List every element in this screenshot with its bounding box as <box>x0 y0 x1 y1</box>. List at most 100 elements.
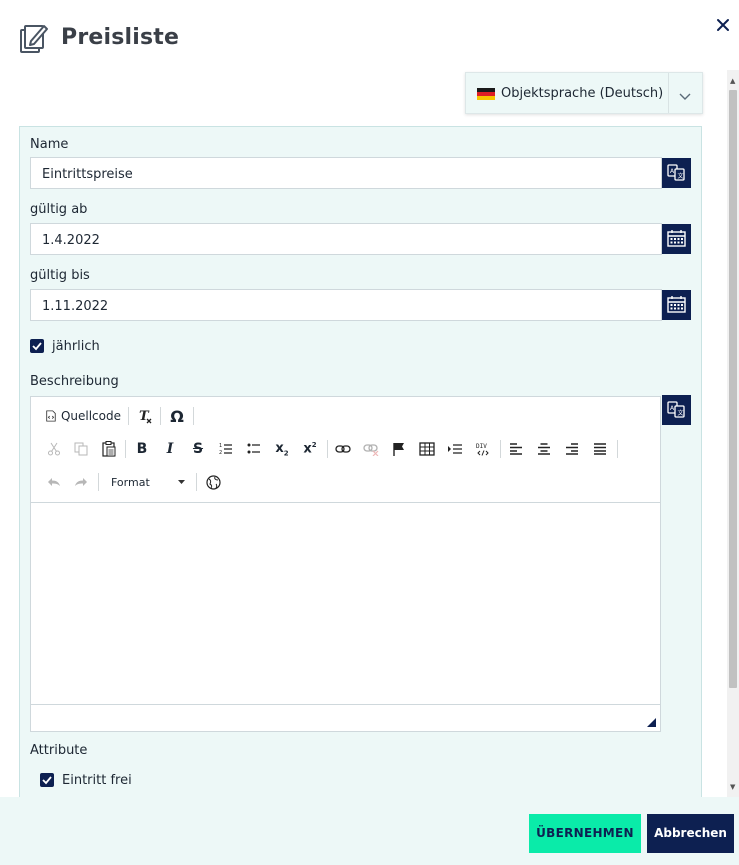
undo-button[interactable] <box>43 472 65 492</box>
anchor-button[interactable] <box>388 439 410 459</box>
toolbar-separator <box>327 440 328 458</box>
flag-icon <box>393 443 404 456</box>
toolbar-separator <box>193 407 194 425</box>
justify-button[interactable] <box>589 439 611 459</box>
source-button-label: Quellcode <box>60 409 121 423</box>
attribute-checkbox-eintritt-frei[interactable] <box>40 773 54 787</box>
paste-button[interactable] <box>98 439 120 459</box>
checkmark-icon <box>42 776 52 785</box>
toolbar-separator <box>196 473 197 491</box>
scroll-down-arrow-icon[interactable]: ▼ <box>730 784 735 791</box>
undo-icon <box>48 478 60 486</box>
valid-from-calendar-button[interactable] <box>662 224 691 254</box>
translate-description-button[interactable]: A 文 <box>662 395 691 425</box>
strikethrough-icon: S <box>192 441 204 457</box>
translate-icon: A 文 <box>667 401 685 418</box>
editor-toolbar: Quellcode T Ω B I S 1 2 x2 x2 DIV Format <box>31 397 660 503</box>
format-dropdown[interactable]: Format <box>105 472 191 492</box>
vertical-scrollbar[interactable]: ▲ ▼ <box>727 70 739 797</box>
description-editor-area[interactable] <box>31 504 660 703</box>
page-title: Preisliste <box>61 25 180 50</box>
toolbar-separator <box>125 440 126 458</box>
superscript-button[interactable]: x2 <box>299 439 321 459</box>
language-button[interactable] <box>202 472 224 492</box>
bold-button[interactable]: B <box>131 439 153 459</box>
numbered-list-button[interactable]: 12 <box>215 439 237 459</box>
cancel-button[interactable]: Abbrechen <box>647 814 734 853</box>
toolbar-separator <box>128 407 129 425</box>
svg-text:文: 文 <box>678 409 684 417</box>
resize-handle[interactable] <box>647 718 656 727</box>
translate-icon: A 文 <box>667 164 685 181</box>
valid-to-field[interactable]: 1.11.2022 <box>30 289 662 321</box>
bullet-list-button[interactable] <box>243 439 265 459</box>
toolbar-separator <box>500 440 501 458</box>
language-select[interactable]: Objektsprache (Deutsch) <box>465 72 703 114</box>
omega-icon: Ω <box>170 406 184 426</box>
toolbar-separator <box>98 473 99 491</box>
bullet-list-icon <box>247 443 260 454</box>
cut-button[interactable] <box>43 439 65 459</box>
indent-button[interactable] <box>444 439 466 459</box>
svg-text:A: A <box>670 405 675 412</box>
indent-icon <box>448 444 462 454</box>
globe-icon <box>205 474 221 490</box>
italic-icon: I <box>166 441 174 457</box>
caret-down-icon <box>178 479 185 484</box>
align-justify-icon <box>594 443 606 455</box>
superscript-icon: x2 <box>303 441 317 457</box>
attribute-label-eintritt-frei: Eintritt frei <box>62 773 132 788</box>
valid-from-field[interactable]: 1.4.2022 <box>30 223 662 255</box>
svg-text:文: 文 <box>678 172 684 180</box>
link-icon <box>335 445 351 453</box>
checkmark-icon <box>32 342 42 351</box>
remove-format-button[interactable]: T <box>134 406 156 426</box>
redo-icon <box>75 478 87 486</box>
source-button[interactable]: Quellcode <box>45 406 121 426</box>
special-char-button[interactable]: Ω <box>166 406 188 426</box>
language-select-label: Objektsprache (Deutsch) <box>501 86 664 101</box>
strikethrough-button[interactable]: S <box>187 439 209 459</box>
calendar-icon <box>667 230 686 247</box>
dialog-header: Preisliste <box>0 0 739 70</box>
close-icon[interactable] <box>714 16 732 34</box>
subscript-button[interactable]: x2 <box>271 439 293 459</box>
align-left-button[interactable] <box>505 439 527 459</box>
yearly-label: jährlich <box>52 339 100 354</box>
align-left-icon <box>510 443 522 455</box>
bold-icon: B <box>136 441 148 457</box>
dialog-footer: ÜBERNEHMEN Abbrechen <box>0 797 739 865</box>
yearly-checkbox[interactable] <box>30 339 44 353</box>
format-dropdown-label: Format <box>111 475 150 489</box>
translate-name-button[interactable]: A 文 <box>662 158 691 188</box>
apply-button[interactable]: ÜBERNEHMEN <box>529 814 641 853</box>
div-container-button[interactable]: DIV <box>472 439 494 459</box>
valid-to-label: gültig bis <box>30 268 90 283</box>
description-label: Beschreibung <box>30 374 119 389</box>
link-button[interactable] <box>332 439 354 459</box>
italic-button[interactable]: I <box>159 439 181 459</box>
source-code-icon <box>46 410 56 422</box>
toolbar-separator <box>160 407 161 425</box>
name-label: Name <box>30 137 69 152</box>
scrollbar-thumb[interactable] <box>729 90 737 688</box>
attributes-label: Attribute <box>30 743 88 758</box>
name-field[interactable]: Eintrittspreise <box>30 157 662 189</box>
subscript-icon: x2 <box>275 440 289 458</box>
svg-text:A: A <box>670 168 675 175</box>
description-editor: Quellcode T Ω B I S 1 2 x2 x2 DIV Format <box>30 396 661 732</box>
valid-to-calendar-button[interactable] <box>662 290 691 320</box>
copy-icon <box>74 442 88 456</box>
copy-button[interactable] <box>70 439 92 459</box>
align-center-button[interactable] <box>533 439 555 459</box>
scissors-icon <box>48 442 60 456</box>
table-button[interactable] <box>416 439 438 459</box>
unlink-button[interactable] <box>360 439 382 459</box>
redo-button[interactable] <box>70 472 92 492</box>
svg-text:2: 2 <box>219 450 222 456</box>
align-right-button[interactable] <box>561 439 583 459</box>
clipboard-icon <box>102 441 116 457</box>
unlink-icon <box>363 444 379 456</box>
chevron-down-icon[interactable] <box>678 87 692 100</box>
scroll-up-arrow-icon[interactable]: ▲ <box>730 78 735 85</box>
